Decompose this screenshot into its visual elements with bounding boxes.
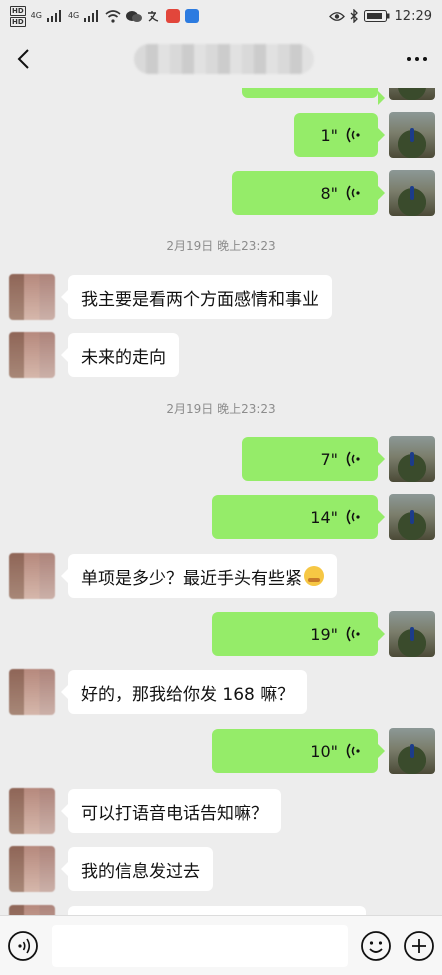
message-row: 我的信息发过去	[0, 846, 442, 892]
message-row: 我主要是看两个方面感情和事业	[0, 274, 442, 320]
text-message-bubble[interactable]: 单项是多少？最近手头有些紧	[61, 554, 337, 598]
message-row: 单项是多少？最近手头有些紧	[0, 553, 442, 599]
chat-header	[0, 32, 442, 88]
app-notification-icon-red	[166, 9, 181, 23]
emoji-button[interactable]	[360, 930, 392, 962]
message-row-partial	[0, 88, 442, 105]
timestamp: 2月19日 晚上23:23	[166, 239, 276, 253]
translate-icon	[148, 10, 159, 22]
contact-avatar[interactable]	[9, 788, 55, 834]
voice-wave-icon	[346, 743, 360, 759]
chevron-left-icon	[17, 49, 29, 69]
hd-indicator: HD HD	[10, 5, 26, 27]
text-message-bubble-partial[interactable]	[68, 906, 366, 915]
my-avatar[interactable]	[389, 170, 435, 216]
signal-icon-2	[84, 10, 99, 22]
eye-icon	[328, 11, 345, 21]
contact-avatar[interactable]	[9, 905, 55, 915]
contact-avatar[interactable]	[9, 669, 55, 715]
wifi-icon	[105, 9, 121, 23]
voice-message-bubble[interactable]: 19"	[212, 612, 385, 656]
hd-label-2: HD	[10, 16, 26, 27]
back-button[interactable]	[8, 44, 38, 74]
voice-duration: 10"	[310, 741, 338, 761]
text-message-bubble[interactable]: 未来的走向	[61, 333, 179, 377]
more-options-button[interactable]	[402, 44, 432, 74]
status-bar: HD HD 4G 4G 12:29	[0, 0, 442, 32]
clock: 12:29	[394, 8, 432, 24]
voice-input-toggle-button[interactable]	[7, 930, 39, 962]
message-row: 10"	[0, 728, 442, 774]
text-message-content: 单项是多少？最近手头有些紧	[81, 568, 302, 589]
my-avatar[interactable]	[389, 436, 435, 482]
voice-duration: 1"	[320, 125, 338, 145]
hd-label-1: HD	[10, 5, 26, 16]
voice-message-bubble-partial[interactable]	[242, 88, 385, 105]
message-row: 14"	[0, 494, 442, 540]
app-notification-icon-blue	[185, 9, 200, 23]
contact-avatar[interactable]	[9, 274, 55, 320]
my-avatar[interactable]	[389, 494, 435, 540]
text-message-bubble[interactable]: 我主要是看两个方面感情和事业	[61, 275, 332, 319]
smiley-icon	[361, 931, 391, 961]
wechat-icon	[126, 10, 143, 22]
contact-avatar[interactable]	[9, 332, 55, 378]
message-row: 好的，那我给你发 168 嘛？	[0, 669, 442, 715]
voice-message-bubble[interactable]: 8"	[232, 171, 385, 215]
contact-avatar[interactable]	[9, 553, 55, 599]
my-avatar[interactable]	[389, 88, 435, 100]
voice-mode-icon	[8, 931, 38, 961]
voice-wave-icon	[346, 509, 360, 525]
chat-title-redacted	[134, 44, 314, 74]
message-row: 1"	[0, 112, 442, 158]
timestamp: 2月19日 晚上23:23	[166, 402, 276, 416]
voice-duration: 19"	[310, 624, 338, 644]
voice-duration: 8"	[320, 183, 338, 203]
more-functions-button[interactable]	[403, 930, 435, 962]
my-avatar[interactable]	[389, 611, 435, 657]
voice-message-bubble[interactable]: 7"	[242, 437, 385, 481]
network-label-1: 4G	[30, 11, 42, 20]
message-list[interactable]: 1" 8" 2月19日 晚上23:23 我主要是看两个方面感情和事业 未来的走向…	[0, 88, 442, 915]
voice-duration: 7"	[320, 449, 338, 469]
message-row: 19"	[0, 611, 442, 657]
status-bar-right: 12:29	[328, 8, 432, 24]
voice-wave-icon	[346, 626, 360, 642]
message-row: 可以打语音电话告知嘛？	[0, 788, 442, 834]
bluetooth-icon	[350, 9, 358, 23]
voice-message-bubble[interactable]: 10"	[212, 729, 385, 773]
message-row: 未来的走向	[0, 332, 442, 378]
text-message-bubble[interactable]: 我的信息发过去	[61, 847, 213, 891]
message-row-partial	[0, 905, 442, 915]
voice-message-bubble[interactable]: 1"	[294, 113, 385, 157]
message-row: 7"	[0, 436, 442, 482]
contact-avatar[interactable]	[9, 846, 55, 892]
signal-icon	[46, 10, 61, 22]
more-dots-icon	[407, 57, 427, 61]
message-input[interactable]	[52, 925, 348, 967]
voice-wave-icon	[346, 185, 360, 201]
voice-duration: 14"	[310, 507, 338, 527]
voice-wave-icon	[346, 451, 360, 467]
status-bar-left: HD HD 4G 4G	[10, 5, 200, 27]
voice-message-bubble[interactable]: 14"	[212, 495, 385, 539]
emoji-icon	[304, 566, 324, 586]
my-avatar[interactable]	[389, 728, 435, 774]
text-message-bubble[interactable]: 可以打语音电话告知嘛？	[61, 789, 281, 833]
input-toolbar	[0, 915, 442, 975]
network-label-2: 4G	[67, 11, 80, 20]
voice-wave-icon	[346, 127, 360, 143]
text-message-bubble[interactable]: 好的，那我给你发 168 嘛？	[60, 670, 308, 714]
plus-circle-icon	[404, 931, 434, 961]
message-row: 8"	[0, 170, 442, 216]
battery-icon	[363, 10, 390, 22]
my-avatar[interactable]	[389, 112, 435, 158]
